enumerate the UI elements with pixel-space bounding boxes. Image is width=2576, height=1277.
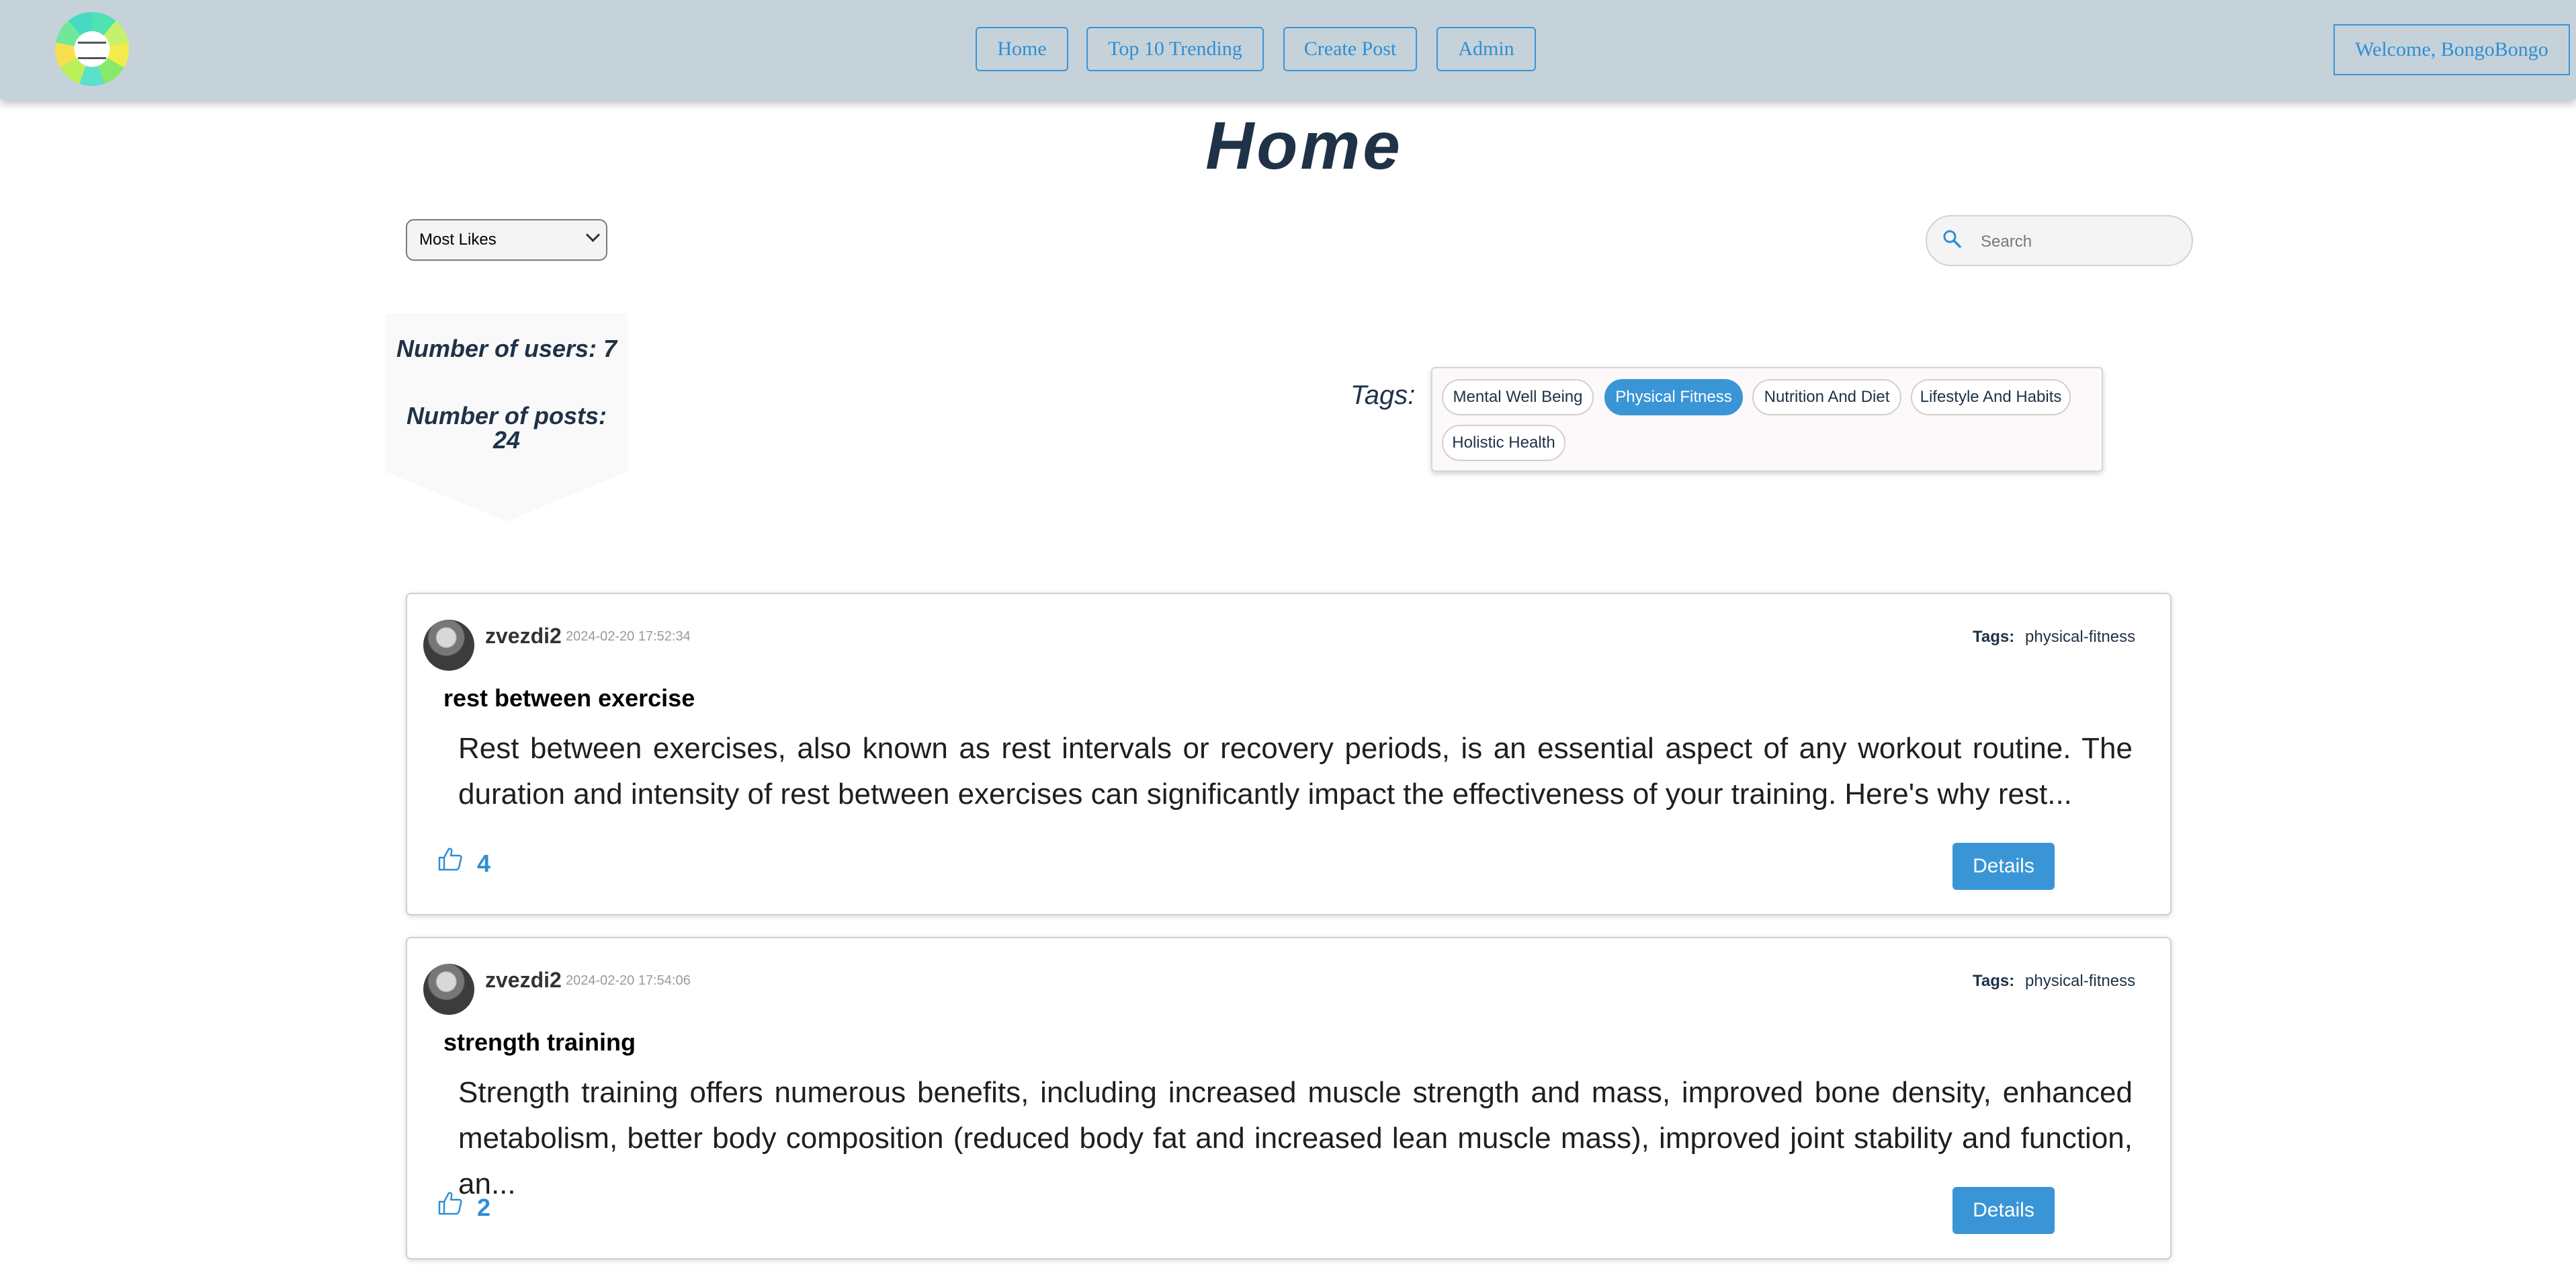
nav-admin-button[interactable]: Admin xyxy=(1436,27,1536,71)
tag-lifestyle-and-habits[interactable]: Lifestyle And Habits xyxy=(1911,379,2071,415)
post-title: rest between exercise xyxy=(443,684,695,712)
nav-top-trending-button[interactable]: Top 10 Trending xyxy=(1086,27,1264,71)
post-card: zvezdi2 2024-02-20 17:54:06 Tags: physic… xyxy=(406,937,2172,1260)
post-date: 2024-02-20 17:52:34 xyxy=(566,629,691,644)
sort-selected-value: Most Likes xyxy=(419,231,497,249)
welcome-user-button[interactable]: Welcome, BongoBongo xyxy=(2333,24,2570,75)
tags-filter-box: Mental Well Being Physical Fitness Nutri… xyxy=(1431,367,2103,472)
page-title: Home xyxy=(1205,108,1403,183)
search-icon xyxy=(1943,230,1961,248)
tag-nutrition-and-diet[interactable]: Nutrition And Diet xyxy=(1752,379,1901,415)
post-tag: physical-fitness xyxy=(2025,972,2136,990)
search-placeholder: Search xyxy=(1981,233,2032,251)
chevron-down-icon xyxy=(585,227,601,243)
users-count: Number of users: 7 xyxy=(396,335,617,362)
details-button[interactable]: Details xyxy=(1952,1187,2055,1234)
sort-select[interactable]: Most Likes xyxy=(406,219,607,261)
post-date: 2024-02-20 17:54:06 xyxy=(566,973,691,988)
post-tag: physical-fitness xyxy=(2025,628,2136,646)
top-navbar: Home Top 10 Trending Create Post Admin W… xyxy=(0,0,2576,99)
site-logo[interactable] xyxy=(55,12,129,86)
post-tags-label: Tags: xyxy=(1973,972,2015,990)
like-count: 2 xyxy=(477,1194,491,1221)
post-author[interactable]: zvezdi2 xyxy=(485,968,562,993)
details-button[interactable]: Details xyxy=(1952,843,2055,890)
post-title: strength training xyxy=(443,1028,636,1056)
stats-panel: Number of users: 7 Number of posts: 24 xyxy=(386,313,628,522)
tags-label: Tags: xyxy=(1350,380,1416,410)
avatar xyxy=(423,964,474,1015)
post-card: zvezdi2 2024-02-20 17:52:34 Tags: physic… xyxy=(406,593,2172,915)
tag-mental-well-being[interactable]: Mental Well Being xyxy=(1442,379,1594,415)
nav-create-post-button[interactable]: Create Post xyxy=(1283,27,1417,71)
avatar xyxy=(423,620,474,671)
nav-home-button[interactable]: Home xyxy=(976,27,1068,71)
posts-count-label: Number of posts: xyxy=(406,402,607,429)
tag-holistic-health[interactable]: Holistic Health xyxy=(1442,425,1565,461)
post-tags-label: Tags: xyxy=(1973,628,2015,646)
post-body: Strength training offers numerous benefi… xyxy=(458,1076,2133,1200)
search-input[interactable]: Search xyxy=(1926,215,2193,266)
post-author[interactable]: zvezdi2 xyxy=(485,624,562,649)
like-count: 4 xyxy=(477,850,491,877)
tag-physical-fitness[interactable]: Physical Fitness xyxy=(1604,379,1743,415)
posts-count-value: 24 xyxy=(492,426,521,454)
thumbs-up-icon[interactable] xyxy=(437,1190,464,1217)
post-body: Rest between exercises, also known as re… xyxy=(458,732,2133,811)
thumbs-up-icon[interactable] xyxy=(437,846,464,872)
